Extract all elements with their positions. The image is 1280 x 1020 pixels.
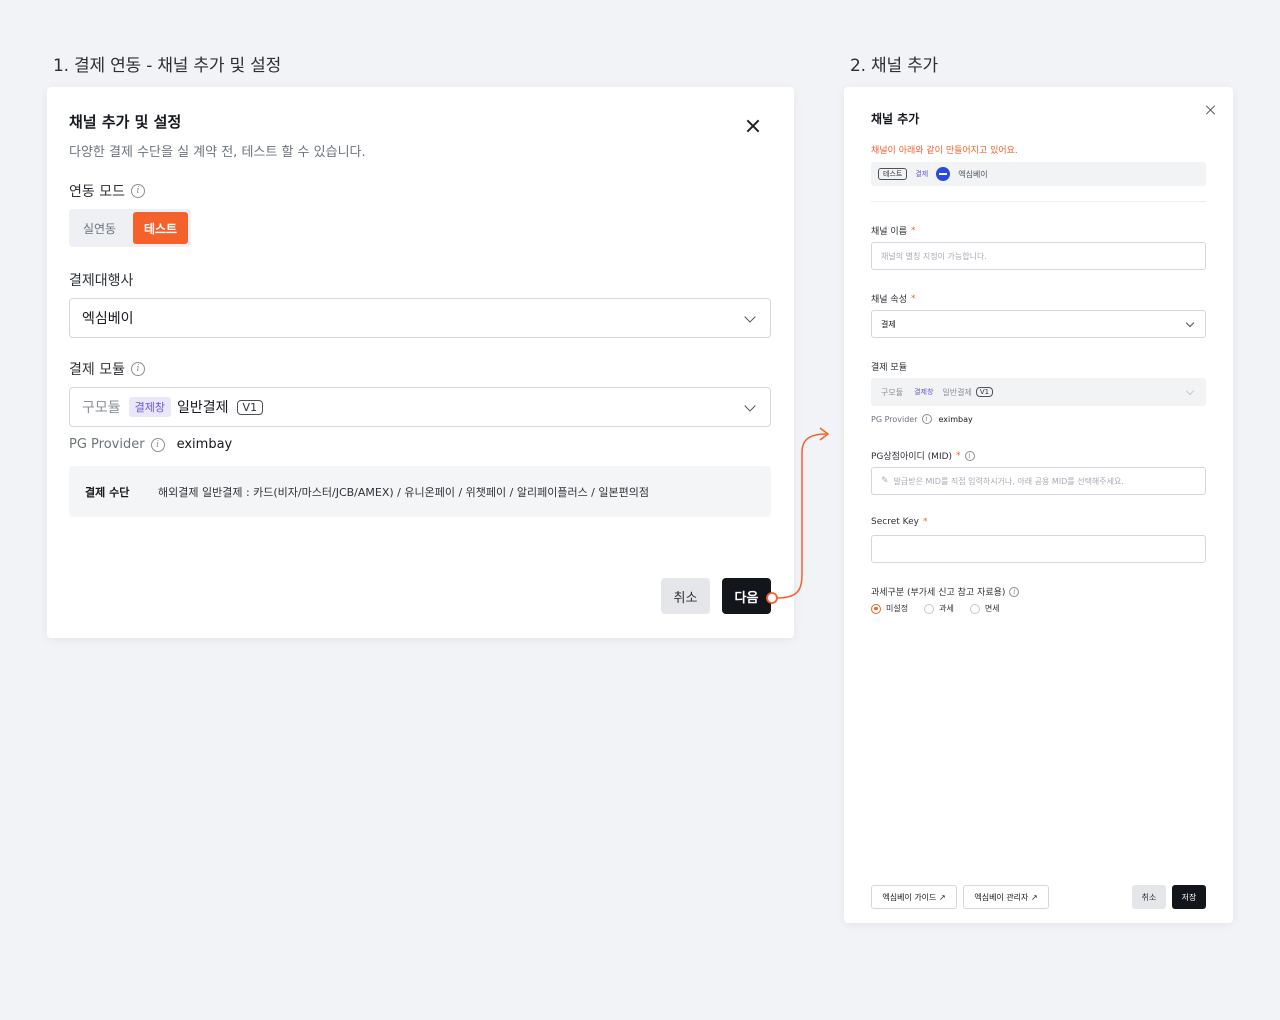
- close-icon[interactable]: [1206, 105, 1216, 115]
- dialog-subtitle: 다양한 결제 수단을 실 계약 전, 테스트 할 수 있습니다.: [69, 145, 366, 160]
- mode-toggle: 실연동 테스트: [69, 209, 191, 247]
- mode-option-live[interactable]: 실연동: [72, 212, 127, 244]
- mode-option-test[interactable]: 테스트: [133, 212, 188, 244]
- mid-label: PG상점아이디 (MID): [871, 452, 953, 462]
- info-icon[interactable]: i: [130, 362, 145, 376]
- tax-radio-group: 미설정 과세 면세: [871, 603, 1000, 614]
- channel-preview: 테스트 결제 엑심베이: [871, 162, 1206, 186]
- module-type-tag: 결제창: [128, 397, 172, 417]
- tax-radio-label: 면세: [984, 604, 1000, 613]
- module-name: 일반결제: [177, 400, 229, 416]
- required-mark: *: [956, 450, 961, 461]
- info-icon[interactable]: i: [1009, 586, 1020, 597]
- preview-type-tag: 결제: [915, 170, 929, 178]
- provider-value: eximbay: [176, 437, 233, 452]
- cancel-button[interactable]: 취소: [1132, 885, 1166, 909]
- tax-label: 과세구분 (부가세 신고 참고 자료용): [871, 588, 1006, 598]
- info-icon[interactable]: i: [150, 437, 165, 452]
- module-label: 결제 모듈: [871, 363, 907, 373]
- save-button[interactable]: 저장: [1172, 885, 1206, 909]
- module-version-tag: V1: [975, 387, 994, 397]
- chevron-down-icon: [744, 311, 756, 323]
- radio-empty-icon: [924, 603, 935, 614]
- tax-radio-label: 미설정: [886, 604, 909, 613]
- tax-label-row: 과세구분 (부가세 신고 참고 자료용) i: [871, 585, 1020, 598]
- provider-row: PG Provider i eximbay: [871, 414, 973, 424]
- step1-heading: 1. 결제 연동 - 채널 추가 및 설정: [53, 56, 282, 76]
- channel-name-input[interactable]: 채널의 별칭 지정이 가능합니다.: [871, 242, 1206, 270]
- info-icon[interactable]: i: [921, 414, 932, 424]
- preview-name: 엑심베이: [958, 169, 988, 179]
- module-label-row: 결제 모듈 i: [69, 359, 145, 379]
- provider-row: PG Provider i eximbay: [69, 437, 232, 452]
- provider-label: PG Provider: [69, 437, 145, 452]
- tax-radio-exempt[interactable]: 면세: [969, 603, 1000, 614]
- required-mark: *: [910, 225, 916, 236]
- module-select[interactable]: 구모듈 결제창 일반결제 V1: [69, 387, 771, 427]
- pg-label: 결제대행사: [69, 273, 134, 289]
- step2-heading: 2. 채널 추가: [850, 56, 938, 76]
- required-mark: *: [922, 517, 928, 527]
- tax-radio-unset[interactable]: 미설정: [871, 603, 908, 614]
- module-version-tag: V1: [236, 399, 264, 415]
- secret-label: Secret Key: [871, 517, 919, 527]
- secret-label-row: Secret Key *: [871, 517, 927, 527]
- payment-method-box: 결제 수단 해외결제 일반결제 : 카드(비자/마스터/JCB/AMEX) / …: [69, 466, 771, 517]
- preview-env-tag: 테스트: [878, 168, 908, 180]
- channel-attr-value: 결제: [881, 319, 896, 329]
- mid-placeholder: 발급받은 MID를 직접 입력하시거나, 아래 공용 MID를 선택해주세요.: [893, 476, 1124, 486]
- payment-method-value: 해외결제 일반결제 : 카드(비자/마스터/JCB/AMEX) / 유니온페이 …: [158, 485, 649, 499]
- chevron-down-icon: [1185, 318, 1195, 328]
- secret-key-input[interactable]: [871, 535, 1206, 563]
- channel-name-label: 채널 이름: [871, 227, 907, 237]
- chevron-down-icon: [1185, 386, 1195, 396]
- eximbay-logo-icon: [936, 167, 951, 181]
- module-type-tag: 결제창: [914, 388, 934, 396]
- connector-dot: [766, 592, 778, 604]
- channel-add-dialog: 채널 추가 채널이 아래와 같이 만들어지고 있어요. 테스트 결제 엑심베이 …: [844, 87, 1233, 923]
- pg-select-value: 엑심베이: [82, 311, 134, 327]
- radio-empty-icon: [969, 603, 980, 614]
- radio-selected-icon: [871, 603, 881, 614]
- module-old-tag: 구모듈: [881, 387, 904, 397]
- channel-setup-dialog: 채널 추가 및 설정 다양한 결제 수단을 실 계약 전, 테스트 할 수 있습…: [47, 87, 794, 638]
- chevron-down-icon: [744, 400, 756, 412]
- channel-name-placeholder: 채널의 별칭 지정이 가능합니다.: [881, 251, 987, 261]
- module-label: 결제 모듈: [69, 362, 125, 378]
- divider: [871, 201, 1206, 202]
- eximbay-guide-link[interactable]: 엑심베이 가이드 ↗: [871, 885, 957, 909]
- module-name: 일반결제: [942, 387, 972, 397]
- channel-attr-label-row: 채널 속성 *: [871, 292, 916, 306]
- info-icon[interactable]: i: [130, 184, 145, 198]
- pencil-icon: ✎: [881, 476, 889, 486]
- dialog-title: 채널 추가: [871, 112, 920, 126]
- channel-name-label-row: 채널 이름 *: [871, 224, 916, 238]
- payment-method-key: 결제 수단: [85, 485, 130, 499]
- mid-input[interactable]: ✎ 발급받은 MID를 직접 입력하시거나, 아래 공용 MID를 선택해주세요…: [871, 467, 1206, 495]
- creation-notice: 채널이 아래와 같이 만들어지고 있어요.: [871, 146, 1018, 156]
- info-icon[interactable]: i: [964, 450, 975, 461]
- tax-radio-taxable[interactable]: 과세: [924, 603, 954, 614]
- required-mark: *: [910, 293, 916, 304]
- provider-value: eximbay: [938, 414, 973, 424]
- module-old-tag: 구모듈: [82, 400, 121, 416]
- mode-label-row: 연동 모드 i: [69, 181, 145, 201]
- tax-radio-label: 과세: [939, 604, 954, 613]
- provider-label: PG Provider: [871, 414, 918, 424]
- channel-attr-label: 채널 속성: [871, 295, 907, 305]
- cancel-button[interactable]: 취소: [661, 578, 710, 614]
- pg-select[interactable]: 엑심베이: [69, 298, 771, 338]
- eximbay-admin-link[interactable]: 엑심베이 관리자 ↗: [963, 885, 1049, 909]
- channel-attr-select[interactable]: 결제: [871, 310, 1206, 338]
- close-icon[interactable]: [746, 119, 760, 133]
- connector-arrow: [766, 427, 830, 604]
- mid-label-row: PG상점아이디 (MID) * i: [871, 449, 975, 462]
- module-select: 구모듈 결제창 일반결제 V1: [871, 378, 1206, 406]
- connector-line: [776, 433, 827, 599]
- dialog-title: 채널 추가 및 설정: [69, 113, 182, 131]
- mode-label: 연동 모드: [69, 184, 125, 200]
